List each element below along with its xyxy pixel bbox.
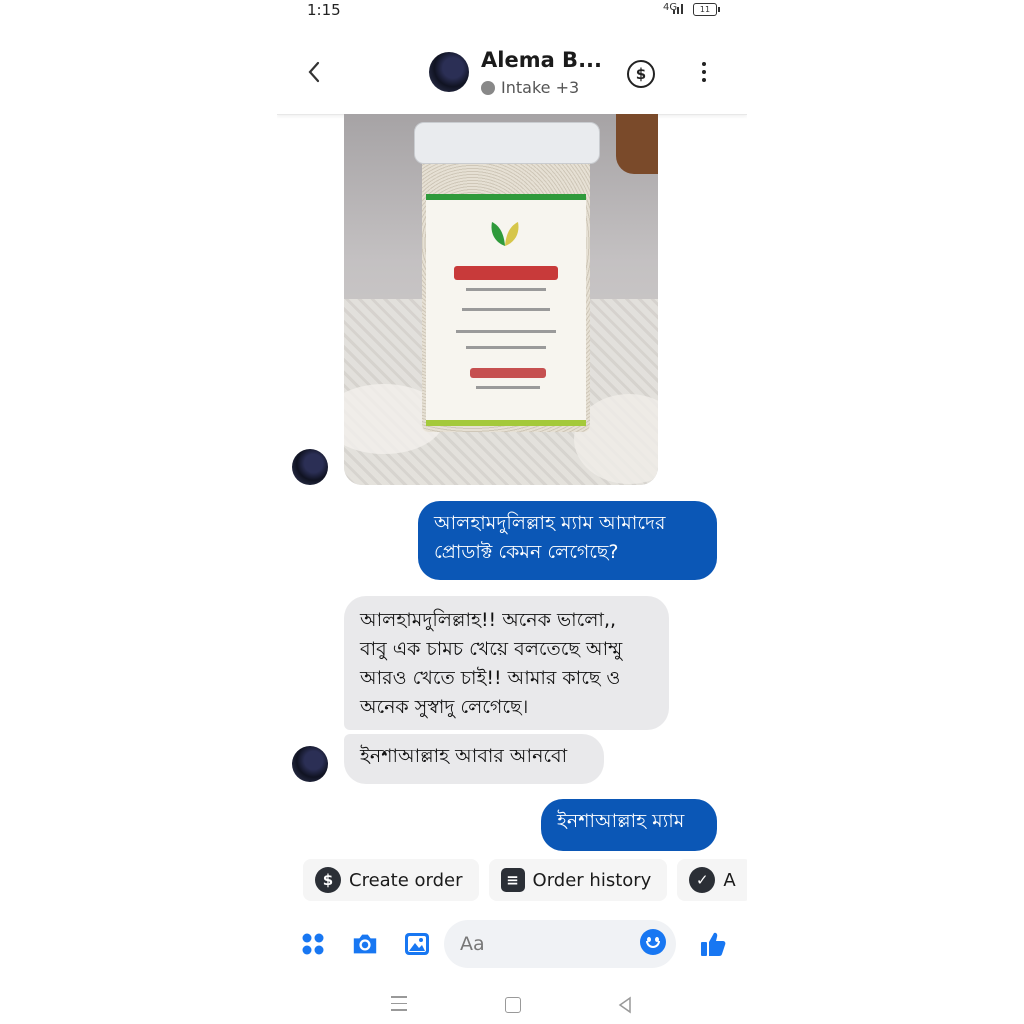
incoming-message[interactable]: ইনশাআল্লাহ আবার আনবো: [344, 734, 604, 784]
signal-icon: [673, 4, 683, 14]
label-text-line: [476, 386, 540, 389]
label-subtitle-band: [470, 368, 546, 378]
label-text-line: [466, 288, 546, 291]
contact-name[interactable]: Alema B...: [481, 48, 602, 72]
chat-header: Alema B... Intake +3 $: [277, 40, 747, 115]
home-icon[interactable]: [505, 997, 521, 1013]
status-dot-icon: [481, 80, 495, 95]
label-title-band: [454, 266, 558, 280]
recent-apps-icon[interactable]: [391, 996, 407, 1016]
status-bar: 1:15 4G 11: [277, 0, 747, 22]
jar-lid: [414, 122, 600, 164]
order-history-button[interactable]: ≡ Order history: [488, 859, 668, 901]
contact-subtitle: Intake +3: [481, 78, 579, 97]
status-time: 1:15: [307, 1, 341, 19]
system-nav-bar: [277, 990, 747, 1020]
messenger-screen: 1:15 4G 11 Alema B... Intake +3 $ আলহামদ…: [277, 0, 747, 1024]
receipt-icon: ≡: [500, 868, 525, 892]
order-history-label: Order history: [532, 869, 652, 891]
product-photo-message[interactable]: [344, 114, 658, 485]
message-composer: Aa: [277, 918, 747, 970]
leaf-logo-icon: [491, 222, 519, 246]
jar-label: [426, 194, 586, 426]
sender-avatar[interactable]: [292, 449, 328, 485]
subtitle-label: Intake +3: [501, 78, 580, 97]
thumbs-up-icon[interactable]: [699, 930, 727, 958]
label-text-line: [462, 308, 550, 311]
product-jar: [414, 122, 600, 432]
create-order-label: Create order: [349, 869, 463, 891]
back-arrow-icon[interactable]: [303, 58, 327, 86]
battery-icon: 11: [693, 3, 720, 16]
label-text-line: [466, 346, 546, 349]
sender-avatar[interactable]: [292, 746, 328, 782]
dollar-icon[interactable]: $: [627, 60, 655, 88]
third-action-button[interactable]: ✓ A: [677, 859, 747, 901]
incoming-message[interactable]: আলহামদুলিল্লাহ!! অনেক ভালো,, বাবু এক চাম…: [344, 596, 669, 730]
quick-actions: $ Create order ≡ Order history ✓ A: [303, 859, 747, 901]
check-circle-icon: ✓: [689, 867, 716, 893]
create-order-button[interactable]: $ Create order: [303, 859, 479, 901]
contact-avatar[interactable]: [429, 52, 469, 92]
camera-icon[interactable]: [351, 930, 379, 958]
gallery-icon[interactable]: [403, 930, 431, 958]
outgoing-message[interactable]: ইনশাআল্লাহ ম্যাম: [541, 799, 717, 851]
outgoing-message[interactable]: আলহামদুলিল্লাহ ম্যাম আমাদের প্রোডাক্ট কে…: [418, 501, 717, 580]
more-vertical-icon[interactable]: [701, 62, 707, 86]
dollar-icon: $: [315, 867, 341, 893]
apps-icon[interactable]: [299, 930, 327, 958]
emoji-icon[interactable]: [640, 929, 666, 955]
label-text-line: [456, 330, 556, 333]
background-chair: [616, 114, 658, 174]
third-action-label: A: [723, 869, 736, 891]
